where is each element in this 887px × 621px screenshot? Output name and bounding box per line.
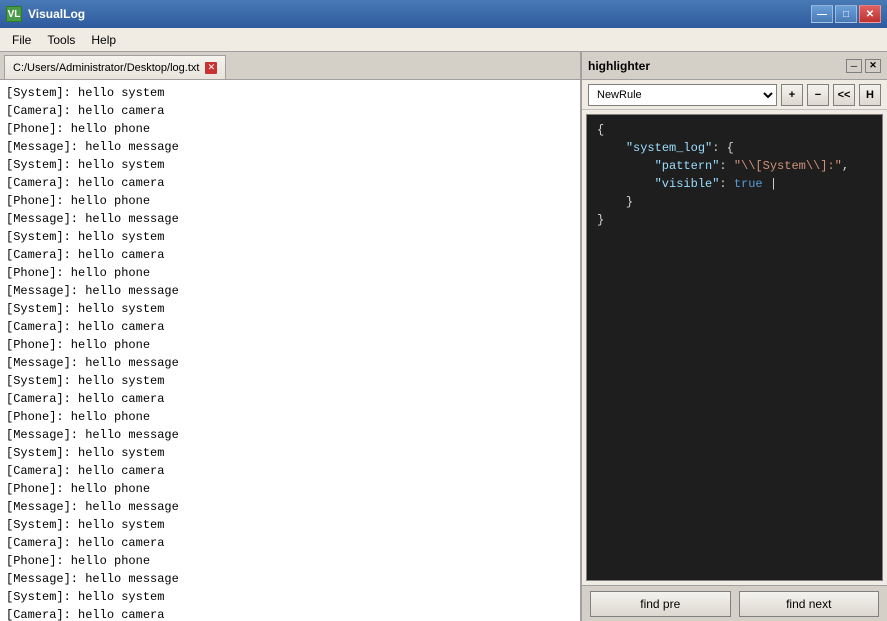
log-line: [Phone]: hello phone <box>6 264 574 282</box>
log-line: [Phone]: hello phone <box>6 480 574 498</box>
log-line: [System]: hello system <box>6 156 574 174</box>
bottom-buttons: find pre find next <box>582 585 887 621</box>
log-line: [System]: hello system <box>6 372 574 390</box>
highlighter-header: highlighter ─ ✕ <box>582 52 887 80</box>
log-line: [Message]: hello message <box>6 210 574 228</box>
remove-rule-button[interactable]: − <box>807 84 829 106</box>
log-line: [Phone]: hello phone <box>6 408 574 426</box>
highlighter-minimize-button[interactable]: ─ <box>846 59 862 73</box>
highlighter-title: highlighter <box>588 59 650 73</box>
highlighter-toolbar: NewRule + − << H <box>582 80 887 110</box>
log-content[interactable]: [System]: hello system[Camera]: hello ca… <box>0 80 580 621</box>
highlighter-window-controls: ─ ✕ <box>846 59 881 73</box>
rule-select[interactable]: NewRule <box>588 84 777 106</box>
log-line: [System]: hello system <box>6 516 574 534</box>
add-rule-button[interactable]: + <box>781 84 803 106</box>
log-line: [Message]: hello message <box>6 498 574 516</box>
log-line: [System]: hello system <box>6 228 574 246</box>
log-line: [Message]: hello message <box>6 570 574 588</box>
file-tab[interactable]: C:/Users/Administrator/Desktop/log.txt ✕ <box>4 55 226 79</box>
app-icon: VL <box>6 6 22 22</box>
log-line: [System]: hello system <box>6 444 574 462</box>
find-next-button[interactable]: find next <box>739 591 880 617</box>
window-controls: — □ ✕ <box>811 5 881 23</box>
maximize-button[interactable]: □ <box>835 5 857 23</box>
log-line: [Phone]: hello phone <box>6 120 574 138</box>
log-line: [Camera]: hello camera <box>6 606 574 621</box>
log-line: [Phone]: hello phone <box>6 192 574 210</box>
log-line: [Camera]: hello camera <box>6 390 574 408</box>
log-line: [Camera]: hello camera <box>6 102 574 120</box>
log-line: [System]: hello system <box>6 588 574 606</box>
log-line: [Camera]: hello camera <box>6 462 574 480</box>
log-line: [Message]: hello message <box>6 354 574 372</box>
main-area: C:/Users/Administrator/Desktop/log.txt ✕… <box>0 52 887 621</box>
right-panel: highlighter ─ ✕ NewRule + − << H { "syst… <box>582 52 887 621</box>
tab-label: C:/Users/Administrator/Desktop/log.txt <box>13 62 199 74</box>
tab-close-button[interactable]: ✕ <box>205 62 217 74</box>
log-line: [Message]: hello message <box>6 138 574 156</box>
menu-bar: File Tools Help <box>0 28 887 52</box>
next-rule-button[interactable]: H <box>859 84 881 106</box>
log-line: [Camera]: hello camera <box>6 246 574 264</box>
menu-tools[interactable]: Tools <box>39 31 83 49</box>
tab-bar: C:/Users/Administrator/Desktop/log.txt ✕ <box>0 52 580 80</box>
find-pre-button[interactable]: find pre <box>590 591 731 617</box>
log-line: [Phone]: hello phone <box>6 552 574 570</box>
highlighter-close-button[interactable]: ✕ <box>865 59 881 73</box>
menu-file[interactable]: File <box>4 31 39 49</box>
log-line: [System]: hello system <box>6 300 574 318</box>
log-line: [Camera]: hello camera <box>6 534 574 552</box>
log-line: [Message]: hello message <box>6 282 574 300</box>
log-line: [Message]: hello message <box>6 426 574 444</box>
minimize-button[interactable]: — <box>811 5 833 23</box>
app-icon-text: VL <box>8 9 21 20</box>
log-line: [Camera]: hello camera <box>6 318 574 336</box>
json-editor[interactable]: { "system_log": { "pattern": "\\[System\… <box>586 114 883 581</box>
left-panel: C:/Users/Administrator/Desktop/log.txt ✕… <box>0 52 582 621</box>
log-line: [Camera]: hello camera <box>6 174 574 192</box>
prev-rule-button[interactable]: << <box>833 84 855 106</box>
close-button[interactable]: ✕ <box>859 5 881 23</box>
log-line: [Phone]: hello phone <box>6 336 574 354</box>
title-bar: VL VisualLog — □ ✕ <box>0 0 887 28</box>
log-line: [System]: hello system <box>6 84 574 102</box>
app-title: VisualLog <box>28 7 811 21</box>
menu-help[interactable]: Help <box>83 31 124 49</box>
